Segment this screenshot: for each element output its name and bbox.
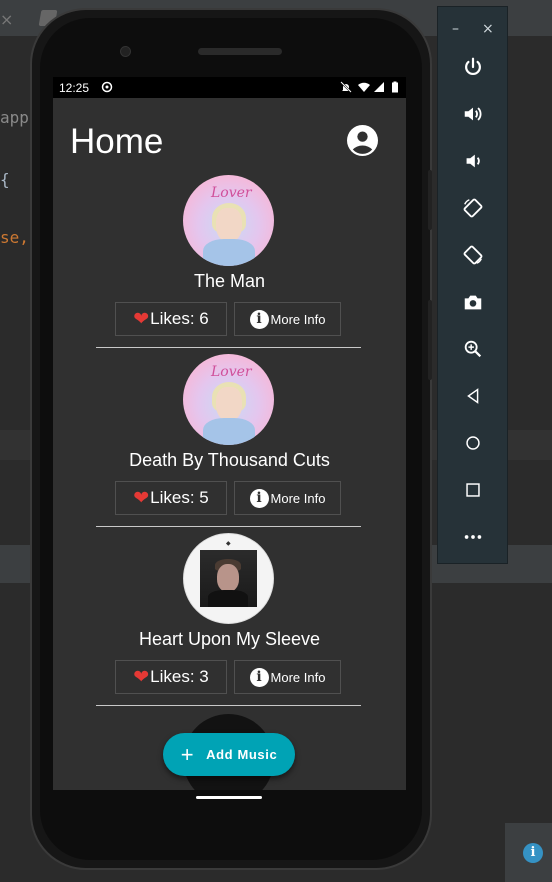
cover-title-text: Lover	[211, 185, 252, 201]
album-cover[interactable]: ◆	[183, 533, 274, 624]
song-card: Lover Death By Thousand Cuts ❤ Likes: 5 …	[53, 354, 406, 533]
code-line: {	[0, 170, 10, 189]
album-cover[interactable]: Lover	[183, 175, 274, 266]
home-icon[interactable]	[459, 429, 487, 457]
divider	[96, 705, 361, 706]
song-card: ◆ Heart Upon My Sleeve ❤ Likes: 3 i More…	[53, 533, 406, 712]
likes-label: Likes: 6	[150, 309, 209, 328]
gesture-nav-handle[interactable]	[196, 796, 262, 799]
ide-close-icon[interactable]: ×	[0, 10, 13, 29]
cover-art	[203, 418, 255, 445]
song-title: Death By Thousand Cuts	[129, 450, 330, 470]
likes-label: Likes: 3	[150, 667, 209, 686]
cover-art	[216, 208, 242, 242]
sync-icon	[101, 81, 113, 93]
info-icon: i	[249, 488, 269, 508]
zoom-icon[interactable]	[459, 335, 487, 363]
account-icon[interactable]	[347, 125, 378, 156]
signal-icon	[374, 82, 384, 92]
plus-icon: +	[180, 741, 195, 767]
status-time: 12:25	[59, 81, 90, 95]
camera-icon[interactable]	[459, 288, 487, 316]
status-bar: 12:25	[53, 77, 406, 98]
minimize-button[interactable]: –	[452, 21, 459, 37]
divider	[96, 347, 361, 348]
back-icon[interactable]	[459, 382, 487, 410]
info-icon: i	[249, 667, 269, 687]
more-info-label: More Info	[270, 669, 326, 685]
battery-icon	[392, 81, 398, 93]
rotate-left-icon[interactable]	[459, 194, 487, 222]
add-music-label: Add Music	[206, 747, 278, 762]
wifi-icon	[358, 82, 370, 92]
page-title: Home	[70, 122, 164, 161]
volume-down-icon[interactable]	[459, 147, 487, 175]
phone-volume-button	[428, 300, 432, 380]
like-button[interactable]: ❤ Likes: 3	[115, 660, 227, 694]
emulator-toolbar: – ×	[437, 6, 508, 564]
divider	[96, 526, 361, 527]
song-title: The Man	[193, 271, 266, 291]
add-music-button[interactable]: + Add Music	[163, 733, 295, 776]
volume-up-icon[interactable]	[459, 100, 487, 128]
more-info-button[interactable]: i More Info	[234, 660, 341, 694]
more-info-button[interactable]: i More Info	[234, 481, 341, 515]
album-cover[interactable]: Lover	[183, 354, 274, 445]
like-button[interactable]: ❤ Likes: 6	[115, 302, 227, 336]
heart-icon: ❤	[133, 666, 150, 688]
likes-label: Likes: 5	[150, 488, 209, 507]
cover-art	[200, 550, 257, 607]
cover-art	[203, 239, 255, 266]
heart-icon: ❤	[133, 487, 150, 509]
song-title: Heart Upon My Sleeve	[138, 629, 321, 649]
earpiece-speaker	[198, 48, 282, 55]
cover-art	[208, 590, 248, 607]
info-icon: i	[523, 843, 543, 863]
device-screen: 12:25 Home Lover The Man ❤ Likes: 6 i Mo…	[53, 77, 406, 790]
overview-icon[interactable]	[459, 476, 487, 504]
phone-power-button	[428, 170, 432, 230]
cover-logo-icon: ◆	[226, 540, 231, 547]
more-info-button[interactable]: i More Info	[234, 302, 341, 336]
mute-icon	[340, 81, 352, 93]
front-camera-icon	[120, 46, 131, 57]
info-icon: i	[249, 309, 269, 329]
emulator-window-controls: – ×	[438, 21, 507, 39]
code-line: app	[0, 108, 29, 127]
code-line: se,	[0, 228, 29, 247]
rotate-right-icon[interactable]	[459, 241, 487, 269]
more-info-label: More Info	[270, 490, 326, 506]
heart-icon: ❤	[133, 308, 150, 330]
more-info-label: More Info	[270, 311, 326, 327]
more-icon[interactable]	[459, 523, 487, 551]
cover-art	[216, 387, 242, 421]
close-button[interactable]: ×	[482, 21, 494, 37]
song-card: Lover The Man ❤ Likes: 6 i More Info	[53, 175, 406, 354]
ide-info-button[interactable]: i	[505, 823, 552, 882]
cover-art	[217, 564, 239, 592]
power-icon[interactable]	[459, 53, 487, 81]
like-button[interactable]: ❤ Likes: 5	[115, 481, 227, 515]
cover-title-text: Lover	[211, 364, 252, 380]
